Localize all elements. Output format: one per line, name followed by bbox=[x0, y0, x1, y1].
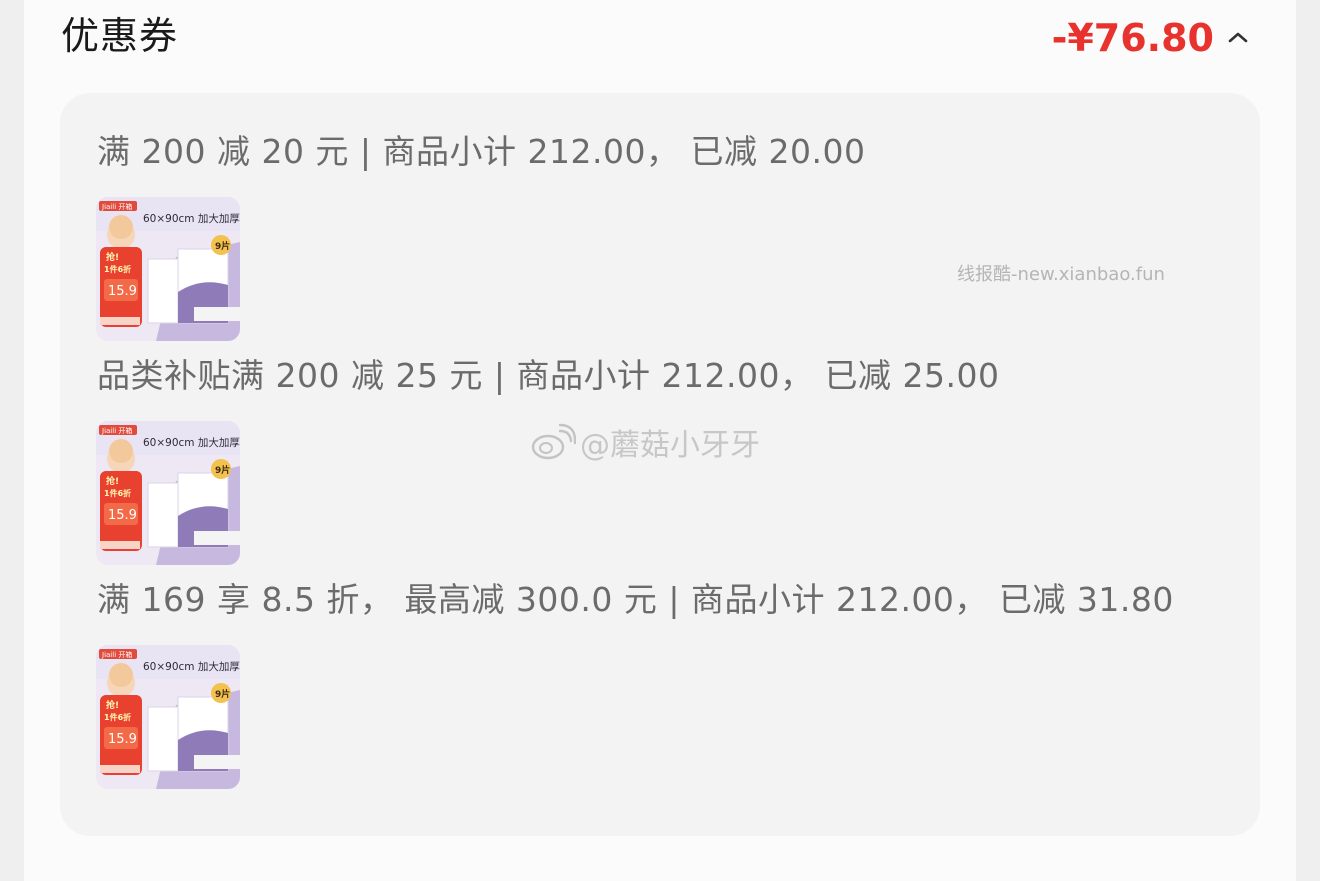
promo-price: 15.9 bbox=[108, 508, 137, 523]
pack-count: 9片 bbox=[215, 464, 230, 476]
pack-count: 9片 bbox=[215, 240, 230, 252]
coupon-rule-text: 品类补贴满 200 减 25 元 | 商品小计 212.00， 已减 25.00 bbox=[97, 356, 1000, 395]
coupon-detail-card bbox=[60, 93, 1260, 836]
product-headline: 60×90cm 加大加厚 bbox=[143, 212, 240, 225]
promo-sub: 1件6折 bbox=[104, 712, 131, 722]
brand-badge: Jiaili 开箱 bbox=[101, 650, 132, 659]
promo-price: 15.9 bbox=[108, 732, 137, 747]
weibo-watermark: @蘑菇小牙牙 bbox=[530, 420, 760, 464]
product-thumbnail[interactable]: Jiaili 开箱 60×90cm 加大加厚 9片 抢! 1件6折 15.9 bbox=[96, 421, 240, 565]
pack-count: 9片 bbox=[215, 688, 230, 700]
discount-total: -¥76.80 bbox=[1051, 16, 1214, 60]
brand-badge: Jiaili 开箱 bbox=[101, 202, 132, 211]
coupon-rule-text: 满 169 享 8.5 折， 最高减 300.0 元 | 商品小计 212.00… bbox=[97, 580, 1174, 619]
weibo-handle: @蘑菇小牙牙 bbox=[580, 428, 760, 463]
brand-badge: Jiaili 开箱 bbox=[101, 426, 132, 435]
product-headline: 60×90cm 加大加厚 bbox=[143, 436, 240, 449]
product-thumbnail[interactable]: Jiaili 开箱 60×90cm 加大加厚 9片 抢! 1件6折 15.9 bbox=[96, 197, 240, 341]
product-thumbnail[interactable]: Jiaili 开箱 60×90cm 加大加厚 9片 抢! 1件6折 15.9 bbox=[96, 645, 240, 789]
promo-price: 15.9 bbox=[108, 284, 137, 299]
promo-label: 抢! bbox=[106, 699, 119, 711]
product-headline: 60×90cm 加大加厚 bbox=[143, 660, 240, 673]
promo-label: 抢! bbox=[106, 475, 119, 487]
weibo-logo-icon bbox=[531, 423, 576, 460]
coupon-rule-text: 满 200 减 20 元 | 商品小计 212.00， 已减 20.00 bbox=[97, 132, 866, 171]
promo-sub: 1件6折 bbox=[104, 488, 131, 498]
promo-label: 抢! bbox=[106, 251, 119, 263]
site-watermark: 线报酷-new.xianbao.fun bbox=[957, 264, 1165, 285]
chevron-up-icon[interactable] bbox=[1226, 26, 1250, 50]
section-title: 优惠券 bbox=[61, 14, 179, 58]
promo-sub: 1件6折 bbox=[104, 264, 131, 274]
